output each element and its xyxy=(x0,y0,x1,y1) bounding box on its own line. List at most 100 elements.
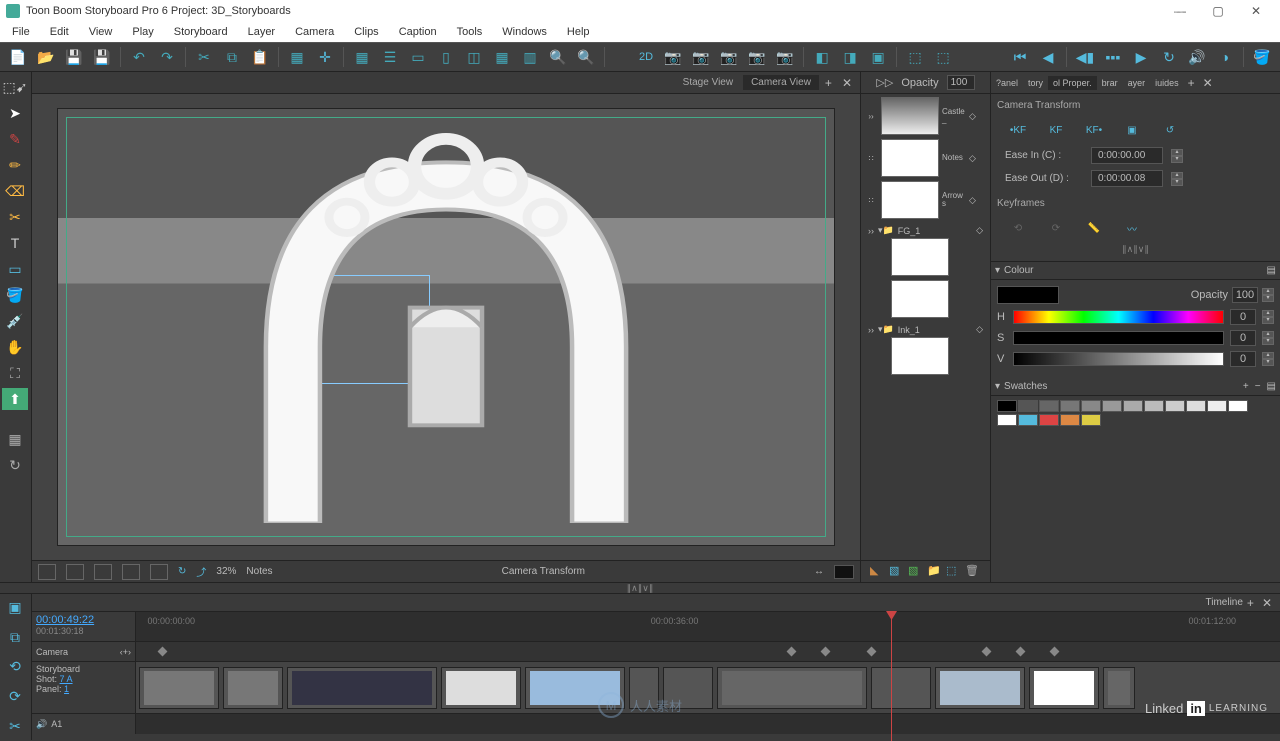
ease-out-stepper[interactable]: ▴▾ xyxy=(1171,172,1183,186)
rtab-library[interactable]: brar xyxy=(1097,76,1123,90)
vs-overlay-icon[interactable] xyxy=(150,564,168,580)
layer-thumb[interactable] xyxy=(891,238,949,276)
cam-e-icon[interactable]: 📷 xyxy=(773,45,797,69)
open-icon[interactable]: 📂 xyxy=(34,45,58,69)
menu-layer[interactable]: Layer xyxy=(240,24,284,40)
swatch[interactable] xyxy=(1060,414,1080,426)
menu-edit[interactable]: Edit xyxy=(42,24,77,40)
swatch[interactable] xyxy=(1207,400,1227,412)
brush-tool-icon[interactable]: ✎ xyxy=(2,128,28,150)
rtab-tool-properties[interactable]: ol Proper. xyxy=(1048,76,1097,90)
menu-help[interactable]: Help xyxy=(559,24,598,40)
timecode-box[interactable]: 00:00:49:22 00:01:30:18 xyxy=(32,612,136,641)
add-vector-icon[interactable]: ▧ xyxy=(889,564,905,580)
layer-handle-icon[interactable]: ›› xyxy=(864,112,878,121)
layer-row[interactable] xyxy=(864,238,987,276)
swatch[interactable] xyxy=(997,400,1017,412)
zoom-in-icon[interactable]: 🔍 xyxy=(546,45,570,69)
swatch[interactable] xyxy=(1081,400,1101,412)
tl-tool-d-icon[interactable]: ⟳ xyxy=(2,687,28,707)
vs-grid-icon[interactable] xyxy=(38,564,56,580)
cut-icon[interactable]: ✂ xyxy=(192,45,216,69)
layer-thumb[interactable] xyxy=(881,181,939,219)
paint-bucket-icon[interactable]: 🪣 xyxy=(1250,45,1274,69)
colour-menu-icon[interactable]: ▤ xyxy=(1267,265,1276,276)
layer-handle-icon[interactable]: ∷ xyxy=(864,154,878,163)
view-close-icon[interactable]: ✕ xyxy=(838,76,856,90)
sat-stepper[interactable]: ▴▾ xyxy=(1262,331,1274,345)
dropper-tool-icon[interactable]: 💉 xyxy=(2,310,28,332)
layers-expand-icon[interactable]: ▷▷ xyxy=(876,76,893,89)
timeline-clip[interactable] xyxy=(871,667,931,709)
hue-value[interactable]: 0 xyxy=(1230,309,1256,325)
cutter-tool-icon[interactable]: ✂ xyxy=(2,206,28,228)
timeline-clip[interactable] xyxy=(287,667,437,709)
menu-camera[interactable]: Camera xyxy=(287,24,342,40)
kf-curve-icon[interactable]: 〰 xyxy=(1119,217,1145,239)
loop-icon[interactable]: ↻ xyxy=(1157,45,1181,69)
swatch[interactable] xyxy=(1018,414,1038,426)
grid1-icon[interactable]: ▦ xyxy=(285,45,309,69)
divider-handle[interactable]: ∥∧∥∨∥ xyxy=(0,582,1280,594)
sound-icon[interactable]: 🔊 xyxy=(1185,45,1209,69)
menu-play[interactable]: Play xyxy=(124,24,161,40)
group-expand-icon[interactable]: ›› xyxy=(868,325,874,335)
rtab-add-icon[interactable]: + xyxy=(1184,76,1199,90)
panel-value[interactable]: 1 xyxy=(64,684,69,694)
snap-icon[interactable]: ✛ xyxy=(313,45,337,69)
rtab-layer[interactable]: ayer xyxy=(1123,76,1151,90)
vs-refresh-icon[interactable]: ↻ xyxy=(178,566,186,577)
undo-icon[interactable]: ↶ xyxy=(127,45,151,69)
cam-b-icon[interactable]: 📷 xyxy=(689,45,713,69)
swatch[interactable] xyxy=(1186,400,1206,412)
menu-clips[interactable]: Clips xyxy=(346,24,386,40)
keyframe-dot[interactable] xyxy=(981,647,991,657)
split-icon[interactable]: ◫ xyxy=(462,45,486,69)
ease-in-value[interactable]: 0:00:00.00 xyxy=(1091,147,1163,164)
keyframe-dot[interactable] xyxy=(787,647,797,657)
timeline-ruler[interactable]: 00:00:00:00 00:00:36:00 00:01:12:00 xyxy=(136,612,1280,641)
save-all-icon[interactable]: 💾 xyxy=(90,45,114,69)
bucket-tool-icon[interactable]: 🪣 xyxy=(2,284,28,306)
layer-vis-icon[interactable]: ◇ xyxy=(969,195,976,206)
layer-row[interactable] xyxy=(864,337,987,375)
camera-track[interactable] xyxy=(136,642,1280,661)
kf-add-end-icon[interactable]: KF• xyxy=(1081,119,1107,141)
swatch[interactable] xyxy=(1081,414,1101,426)
select-tool-icon[interactable]: ⬚➹ xyxy=(2,76,28,98)
menu-tools[interactable]: Tools xyxy=(449,24,491,40)
keyframe-dot[interactable] xyxy=(157,647,167,657)
camera-add-kf-icon[interactable]: ‹+› xyxy=(120,647,131,657)
menu-windows[interactable]: Windows xyxy=(494,24,555,40)
timeline-clip[interactable] xyxy=(1029,667,1099,709)
keyframe-dot[interactable] xyxy=(867,647,877,657)
timeline-close-icon[interactable]: ✕ xyxy=(1258,596,1276,610)
cam-d-icon[interactable]: 📷 xyxy=(745,45,769,69)
zoom-out-icon[interactable]: 🔍 xyxy=(574,45,598,69)
delete-layer-icon[interactable]: 🗑 xyxy=(965,564,981,580)
first-frame-icon[interactable]: ⏮ xyxy=(1008,45,1032,69)
layer-row[interactable]: ∷ Notes ◇ xyxy=(864,139,987,177)
layer-thumb[interactable] xyxy=(881,97,939,135)
text-tool-icon[interactable]: T xyxy=(2,232,28,254)
playhead[interactable] xyxy=(891,612,892,741)
kf-reset-icon[interactable]: ↺ xyxy=(1157,119,1183,141)
cam-c-icon[interactable]: 📷 xyxy=(717,45,741,69)
shape-tool-icon[interactable]: ▭ xyxy=(2,258,28,280)
new-icon[interactable]: 📄 xyxy=(6,45,30,69)
3d-b-icon[interactable]: ⬚ xyxy=(931,45,955,69)
kf-add-icon[interactable]: KF xyxy=(1043,119,1069,141)
zoom-level[interactable]: 32% xyxy=(216,566,236,577)
layer-group-ink1[interactable]: ›› ▾📁 Ink_1 ◇ xyxy=(864,322,987,337)
close-button[interactable]: ✕ xyxy=(1238,2,1274,20)
menu-storyboard[interactable]: Storyboard xyxy=(166,24,236,40)
tl-tool-c-icon[interactable]: ⟲ xyxy=(2,657,28,677)
tab-stage-view[interactable]: Stage View xyxy=(675,75,741,90)
vs-share-icon[interactable]: ⤴ xyxy=(196,564,206,579)
thumb-horiz-icon[interactable]: ▭ xyxy=(406,45,430,69)
bbox-tool-icon[interactable]: ⛶ xyxy=(2,362,28,384)
tab-camera-view[interactable]: Camera View xyxy=(743,75,819,90)
ease-in-stepper[interactable]: ▴▾ xyxy=(1171,149,1183,163)
current-colour-swatch[interactable] xyxy=(997,286,1059,304)
layer-row[interactable]: ›› Castle_ ◇ xyxy=(864,97,987,135)
